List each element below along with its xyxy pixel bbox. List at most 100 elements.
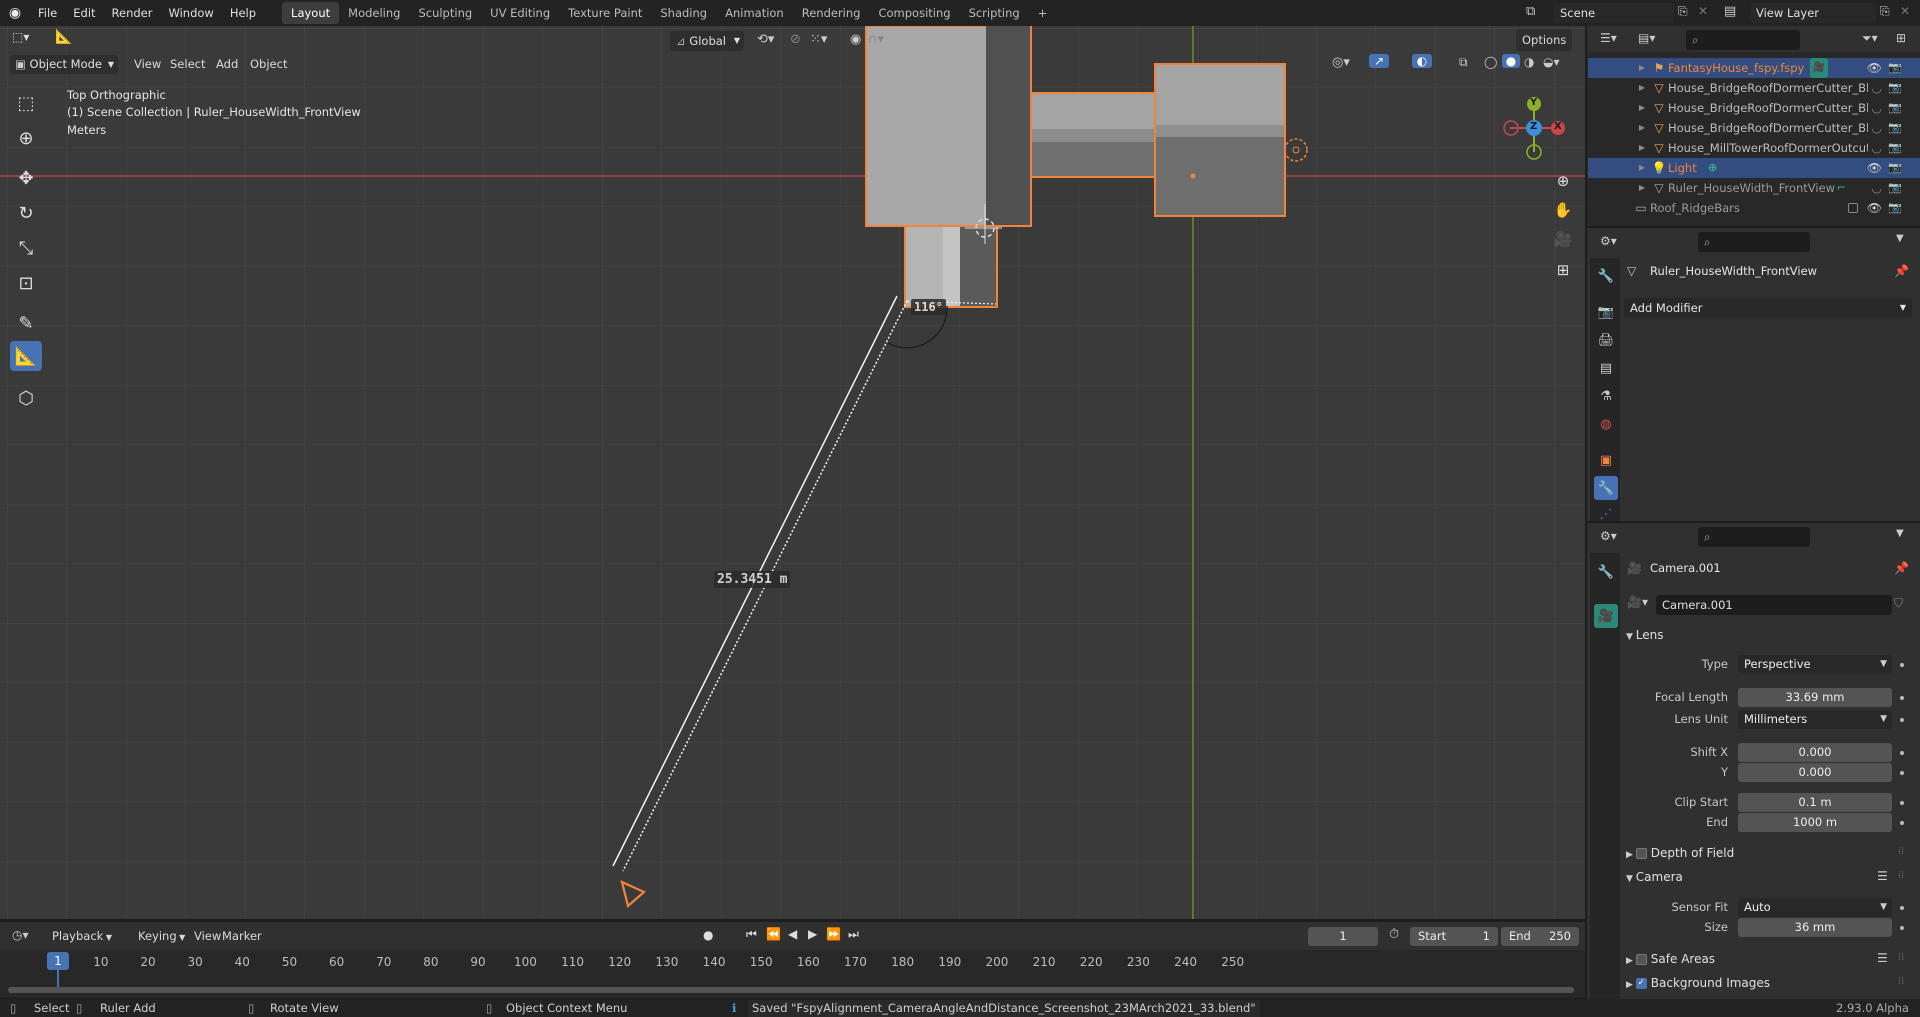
tab-shading[interactable]: Shading [651,2,716,24]
tab-sculpting[interactable]: Sculpting [409,2,481,24]
snap-target-icon[interactable]: ⁙▾ [810,32,827,47]
visibility-eye-hidden-icon[interactable]: ◡ [1872,118,1882,138]
tab-uv-editing[interactable]: UV Editing [481,2,559,24]
render-tab-icon[interactable]: 📷 [1594,300,1618,324]
wireframe-shading-icon[interactable]: ◯ [1484,55,1497,69]
pin-icon[interactable]: 📌 [1894,264,1909,278]
expand-arrow-icon[interactable]: ▶ [1634,178,1650,198]
scale-tool-icon[interactable]: ⤡ [10,233,42,263]
move-tool-icon[interactable]: ✥ [10,163,42,193]
properties-options-icon[interactable]: ▼ [1896,233,1904,244]
outliner-item[interactable]: ▶ ▽ House_BridgeRoofDormerCutter_Blc ◡ 📷 [1590,98,1910,118]
play-icon[interactable]: ▶ [808,927,817,941]
presets-list-icon[interactable]: ☰ [1877,869,1888,883]
outliner-item[interactable]: ▶ ▽ House_MillTowerRoofDormerOutcut ◡ 📷 [1590,138,1910,158]
editor-type-icon[interactable]: ⬚▾ [12,30,29,44]
camera-data-name-field[interactable]: Camera.001 [1656,595,1892,615]
delete-view-layer-icon[interactable]: ✕ [1900,4,1910,18]
visibility-eye-icon[interactable]: 👁 [1867,198,1882,218]
visibility-eye-hidden-icon[interactable]: ◡ [1872,138,1882,158]
outliner-item[interactable]: ▶ ▽ House_BridgeRoofDormerCutter_Blc ◡ 📷 [1590,78,1910,98]
safe-areas-section-header[interactable]: ▶ Safe Areas [1626,948,1715,970]
camera-data-browse[interactable]: 🎥▾ [1627,595,1648,609]
rotate-tool-icon[interactable]: ↻ [10,198,42,228]
render-camera-icon[interactable]: 📷 [1888,98,1902,118]
camera-type-dropdown[interactable]: Perspective ▼ [1738,655,1892,674]
view-layer-tab-icon[interactable]: ▤ [1594,356,1618,380]
camera-view-icon[interactable]: 🎥 [1551,227,1575,251]
select-box-tool-icon[interactable]: ⬚ [10,88,42,118]
tab-modeling[interactable]: Modeling [339,2,409,24]
options-dropdown[interactable]: Options [1516,29,1573,51]
focal-length-field[interactable]: 33.69 mm [1738,688,1892,707]
visibility-eye-hidden-icon[interactable]: ◡ [1872,78,1882,98]
new-scene-icon[interactable]: ⎘ [1678,4,1688,19]
keyframe-dot-icon[interactable] [1900,696,1904,700]
drag-handle-icon[interactable]: ⁞⁞ [1898,952,1904,963]
tab-scripting[interactable]: Scripting [960,2,1029,24]
menu-marker[interactable]: Marker [216,925,268,947]
outliner-editor-icon[interactable]: ☰▾ [1600,31,1617,45]
outliner-item[interactable]: ▶ ▽ House_BridgeRoofDormerCutter_Blc ◡ 📷 [1590,118,1910,138]
menu-window[interactable]: Window [160,0,221,26]
new-collection-icon[interactable]: ⊞ [1896,31,1906,45]
menu-render[interactable]: Render [104,0,161,26]
stopwatch-icon[interactable]: ⏱ [1389,927,1399,942]
new-view-layer-icon[interactable]: ⎘ [1880,4,1890,19]
keyframe-dot-icon[interactable] [1900,771,1904,775]
sensor-fit-dropdown[interactable]: Auto ▼ [1738,898,1892,917]
properties-search-input[interactable]: ⌕ [1698,232,1810,252]
render-camera-icon[interactable]: 📷 [1888,58,1902,78]
transform-tool-icon[interactable]: ⊡ [10,268,42,298]
safe-areas-checkbox[interactable] [1635,954,1647,965]
visibility-icon[interactable]: ◎▾ [1332,55,1350,70]
play-reverse-icon[interactable]: ◀ [788,927,797,941]
measure-tool-icon[interactable]: 📐 [10,341,42,371]
render-camera-icon[interactable]: 📷 [1888,198,1902,218]
tool-tab-icon[interactable]: 🔧 [1594,264,1618,288]
delete-scene-icon[interactable]: ✕ [1698,4,1708,18]
mode-selector[interactable]: ▣ Object Mode ▼ [10,55,118,74]
drag-handle-icon[interactable]: ⁞⁞ [1898,976,1904,987]
tab-layout[interactable]: Layout [282,2,340,24]
proportional-edit-icon[interactable]: ◉ [850,32,861,47]
outliner-item[interactable]: ▶ 💡 Light ⊕ 👁 📷 [1590,158,1910,178]
keyframe-dot-icon[interactable] [1900,801,1904,805]
keyframe-dot-icon[interactable] [1900,663,1904,667]
menu-help[interactable]: Help [222,0,264,26]
menu-playback[interactable]: Playback ▼ [46,925,118,947]
outliner-item[interactable]: ▶ ▽ Ruler_HouseWidth_FrontView ⌐ ◡ 📷 [1590,178,1910,198]
dof-section-header[interactable]: ▶ Depth of Field [1626,842,1734,864]
start-frame-field[interactable]: Start 1 [1410,927,1498,946]
overlays-toggle-icon[interactable]: ◐ [1412,54,1432,68]
menu-add[interactable]: Add [210,53,244,75]
camera-data-tab-icon[interactable]: 🎥 [1594,604,1618,628]
timeline-editor-icon[interactable]: ◷▾ [12,928,29,942]
tool-tab-icon[interactable]: 🔧 [1594,560,1618,584]
expand-arrow-icon[interactable]: ▶ [1634,138,1650,158]
menu-edit[interactable]: Edit [65,0,103,26]
clip-start-field[interactable]: 0.1 m [1738,793,1892,812]
jump-start-icon[interactable]: ⏮ [746,927,757,942]
view-layer-icon[interactable]: ▤ [1724,4,1736,19]
keyframe-dot-icon[interactable] [1900,821,1904,825]
properties-options-icon[interactable]: ▼ [1896,528,1904,539]
camera-section-header[interactable]: ▼ Camera [1626,866,1683,888]
properties-search-input[interactable]: ⌕ [1698,527,1810,547]
add-modifier-dropdown[interactable]: Add Modifier ▼ [1624,298,1912,318]
transform-orientation[interactable]: ⊿ Global ▼ [670,31,744,51]
shift-x-field[interactable]: 0.000 [1738,743,1892,762]
tab-compositing[interactable]: Compositing [869,2,959,24]
zoom-icon[interactable]: ⊕ [1551,169,1575,193]
blender-logo-icon[interactable]: ◉ [0,5,30,21]
tab-animation[interactable]: Animation [716,2,793,24]
scene-type-icon[interactable]: ⧉ [1526,4,1535,19]
menu-view[interactable]: View [128,53,167,75]
outliner-item[interactable]: ▭ Roof_RidgeBars 👁 📷 [1590,198,1910,218]
pan-hand-icon[interactable]: ✋ [1551,198,1575,222]
current-frame-field[interactable]: 1 [1308,927,1378,946]
view-layer-selector[interactable]: View Layer [1750,3,1876,23]
visibility-eye-icon[interactable]: 👁 [1867,58,1882,78]
keyframe-dot-icon[interactable] [1900,926,1904,930]
3d-viewport[interactable]: 116° 25.3451 m Top Orthographic (1) Scen… [0,26,1585,919]
